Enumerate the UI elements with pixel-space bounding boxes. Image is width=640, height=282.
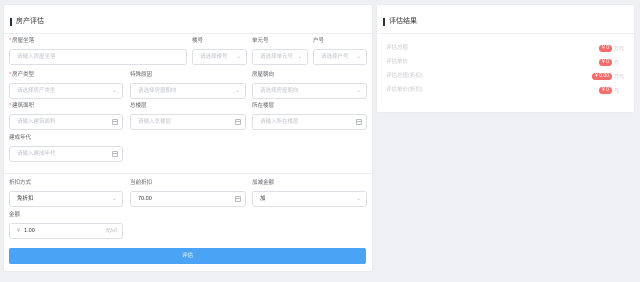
adjust-amount-label: 加减金额 <box>252 180 275 186</box>
unit-label: 单元号 <box>252 38 269 44</box>
calendar-icon <box>235 119 241 125</box>
calendar-icon <box>356 119 362 125</box>
evaluate-button[interactable]: 评估 <box>9 248 366 264</box>
chevron-down-icon: ⌄ <box>235 54 241 60</box>
value-badge: ¥ 0 <box>599 45 612 52</box>
room-label: 户号 <box>313 38 325 44</box>
special-reason-select[interactable]: 请选择房屋朝向 ⌄ <box>130 83 246 99</box>
special-reason-label: 特殊原因 <box>130 72 153 78</box>
calendar-icon <box>112 119 118 125</box>
appraisal-form-panel: 房产评估 *房屋坐落 请输入房屋坐落 楼号 请选择楼号 ⌄ 单元号 请选择单元号 ⌄… <box>4 5 372 271</box>
orientation-select[interactable]: 请选择房屋朝向 ⌄ <box>252 83 367 99</box>
result-row-unit-price-discount: 评估单价(折扣) ¥ 0元 <box>386 87 620 94</box>
house-type-label: *房产类型 <box>9 72 35 78</box>
floor-label: 所在楼层 <box>252 103 275 109</box>
discount-method-label: 折扣方式 <box>9 180 32 186</box>
build-year-label: 建成年代 <box>9 135 32 141</box>
result-row-unit-price: 评估单价 ¥ 0元 <box>386 59 620 66</box>
unit-select[interactable]: 请选择单元号 ⌄ <box>252 49 308 65</box>
value-badge: ¥ 0 <box>599 87 612 94</box>
building-select[interactable]: 请选择楼号 ⌄ <box>192 49 247 65</box>
panel-title: 房产评估 <box>10 18 44 26</box>
appraisal-result-panel: 评估结果 评估总值 ¥ 0 万元 评估单价 ¥ 0元 评估总值(折扣) ¥ 0.0… <box>377 5 634 112</box>
chevron-down-icon: ⌄ <box>355 196 361 202</box>
chevron-down-icon: ⌄ <box>296 54 302 60</box>
community-label: *房屋坐落 <box>9 38 35 44</box>
build-year-input[interactable]: 请输入建成年代 <box>9 146 123 162</box>
currency-prefix: ¥ <box>17 228 21 234</box>
building-label: 楼号 <box>192 38 204 44</box>
amount-label: 金额 <box>9 212 21 218</box>
area-input[interactable]: 请输入建筑面积 <box>9 114 123 130</box>
chevron-down-icon: ⌄ <box>355 88 361 94</box>
total-floors-label: 总楼层 <box>130 103 147 109</box>
title-divider <box>377 33 634 34</box>
orientation-label: 房屋朝向 <box>252 72 275 78</box>
amount-unit: 元/㎡ <box>105 228 117 234</box>
calendar-icon <box>112 151 118 157</box>
discount-rate-input[interactable]: 70.00 <box>130 191 246 207</box>
area-label: *建筑面积 <box>9 103 35 109</box>
chevron-down-icon: ⌄ <box>355 54 361 60</box>
value-badge: ¥ 0.00 <box>592 73 612 80</box>
discount-method-select[interactable]: 免折扣 ⌄ <box>9 191 123 207</box>
chevron-down-icon: ⌄ <box>111 196 117 202</box>
result-row-total-discount: 评估总值(折扣) ¥ 0.00 万元 <box>386 73 625 80</box>
panel-title: 评估结果 <box>383 18 417 26</box>
total-floors-input[interactable]: 请输入总楼层 <box>130 114 246 130</box>
room-select[interactable]: 请选择户号 ⌄ <box>313 49 367 65</box>
discount-rate-label: 当前折扣 <box>130 180 153 186</box>
amount-input[interactable]: ¥1.00 元/㎡ <box>9 223 123 239</box>
house-type-select[interactable]: 请选择房产类型 ⌄ <box>9 83 123 99</box>
calendar-icon <box>235 196 241 202</box>
floor-input[interactable]: 请输入所在楼层 <box>252 114 367 130</box>
section-divider <box>4 173 372 174</box>
adjust-amount-select[interactable]: 加 ⌄ <box>252 191 367 207</box>
value-badge: ¥ 0 <box>599 59 612 66</box>
community-input[interactable]: 请输入房屋坐落 <box>9 49 187 65</box>
chevron-down-icon: ⌄ <box>111 88 117 94</box>
result-row-total: 评估总值 ¥ 0 万元 <box>386 45 625 52</box>
title-divider <box>4 33 372 34</box>
chevron-down-icon: ⌄ <box>234 88 240 94</box>
